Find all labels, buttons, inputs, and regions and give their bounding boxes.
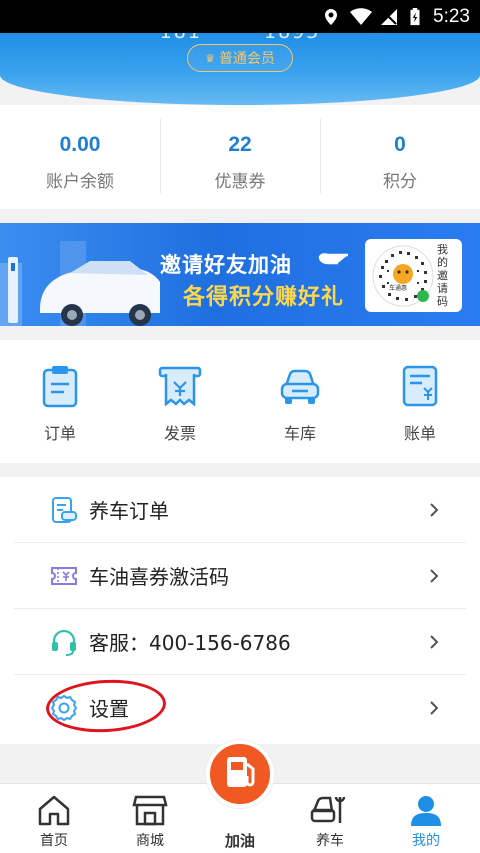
quick-action-orders[interactable]: 订单 (0, 340, 120, 463)
tab-label: 我的 (412, 833, 440, 849)
menu-item-label: 养车订单 (89, 499, 169, 523)
stat-label: 优惠券 (214, 172, 266, 192)
stat-value: 0 (394, 133, 406, 156)
status-bar: 5:23 (0, 0, 480, 33)
refuel-fab-button[interactable] (206, 740, 274, 808)
chevron-right-icon (430, 635, 439, 649)
home-icon (38, 795, 70, 826)
coupon-icon (51, 567, 77, 585)
tab-home[interactable]: 首页 (6, 784, 102, 853)
location-icon (325, 9, 337, 25)
menu-item-coupon-code[interactable]: 车油喜券激活码 (14, 543, 466, 609)
car-icon (280, 369, 320, 404)
gear-icon (50, 694, 78, 722)
chevron-right-icon (430, 503, 439, 517)
account-stats: 0.00 账户余额 22 优惠券 0 积分 (0, 105, 480, 209)
store-icon (132, 795, 168, 826)
stat-label: 积分 (383, 172, 417, 192)
stat-balance[interactable]: 0.00 账户余额 (0, 105, 160, 209)
quick-action-garage[interactable]: 车库 (240, 340, 360, 463)
quick-action-label: 订单 (43, 424, 76, 443)
clock: 5:23 (433, 6, 470, 27)
menu-item-car-orders[interactable]: 养车订单 (14, 477, 466, 543)
stat-value: 22 (228, 133, 252, 156)
quick-action-invoice[interactable]: 发票 (120, 340, 240, 463)
tab-label: 商城 (136, 833, 164, 849)
member-level-badge[interactable]: ♛ 普通会员 (187, 44, 293, 72)
chevron-right-icon (430, 701, 439, 715)
tab-label: 养车 (316, 833, 344, 849)
no-signal-icon (381, 9, 397, 25)
stat-coupons[interactable]: 22 优惠券 (160, 105, 320, 209)
tab-label: 加油 (224, 832, 255, 850)
banner-title: 邀请好友加油 (160, 253, 292, 277)
stat-points[interactable]: 0 积分 (320, 105, 480, 209)
car-order-icon (52, 497, 77, 523)
stat-label: 账户余额 (46, 172, 114, 192)
quick-actions: 订单 发票 车库 账单 (0, 340, 480, 463)
profile-header: 181 **** 1895 ♛ 普通会员 (0, 33, 480, 105)
banner-subtitle: 各得积分赚好礼 (183, 285, 345, 310)
phone-number: 181 **** 1895 (0, 33, 480, 43)
wifi-icon (350, 8, 372, 25)
menu-list: 养车订单 车油喜券激活码 客服：400-156-6786 设置 (0, 477, 480, 744)
chevron-right-icon (430, 569, 439, 583)
qr-code-icon (372, 245, 434, 307)
stat-value: 0.00 (59, 133, 101, 156)
tab-store[interactable]: 商城 (102, 784, 198, 853)
pointing-hand-icon (318, 253, 348, 265)
bill-icon (402, 365, 438, 407)
tab-mine[interactable]: 我的 (378, 784, 474, 853)
car-illustration-icon (0, 241, 160, 326)
headset-icon (52, 629, 76, 656)
member-level-label: 普通会员 (218, 51, 275, 67)
quick-action-label: 账单 (403, 424, 436, 443)
tab-label: 首页 (40, 833, 68, 849)
user-icon (411, 796, 441, 826)
car-repair-icon (310, 796, 346, 823)
battery-icon (410, 8, 420, 26)
clipboard-icon (42, 366, 78, 408)
menu-item-label: 设置 (89, 697, 129, 721)
tab-car-care[interactable]: 养车 (282, 784, 378, 853)
menu-item-customer-service[interactable]: 客服：400-156-6786 (14, 609, 466, 675)
invite-banner[interactable]: 邀请好友加油 各得积分赚好礼 车通惠 我的邀请码 (0, 223, 480, 326)
quick-action-label: 车库 (283, 424, 316, 443)
quick-action-label: 发票 (163, 424, 196, 443)
qr-logo-text: 车通惠 (389, 285, 408, 292)
menu-item-label: 客服：400-156-6786 (89, 631, 291, 655)
quick-action-bills[interactable]: 账单 (360, 340, 480, 463)
menu-item-label: 车油喜券激活码 (89, 565, 229, 589)
menu-item-settings[interactable]: 设置 (14, 675, 466, 741)
receipt-icon (158, 366, 202, 407)
crown-icon: ♛ (205, 51, 215, 65)
fuel-pump-icon (227, 757, 255, 787)
qr-caption: 我的邀请码 (437, 243, 448, 308)
